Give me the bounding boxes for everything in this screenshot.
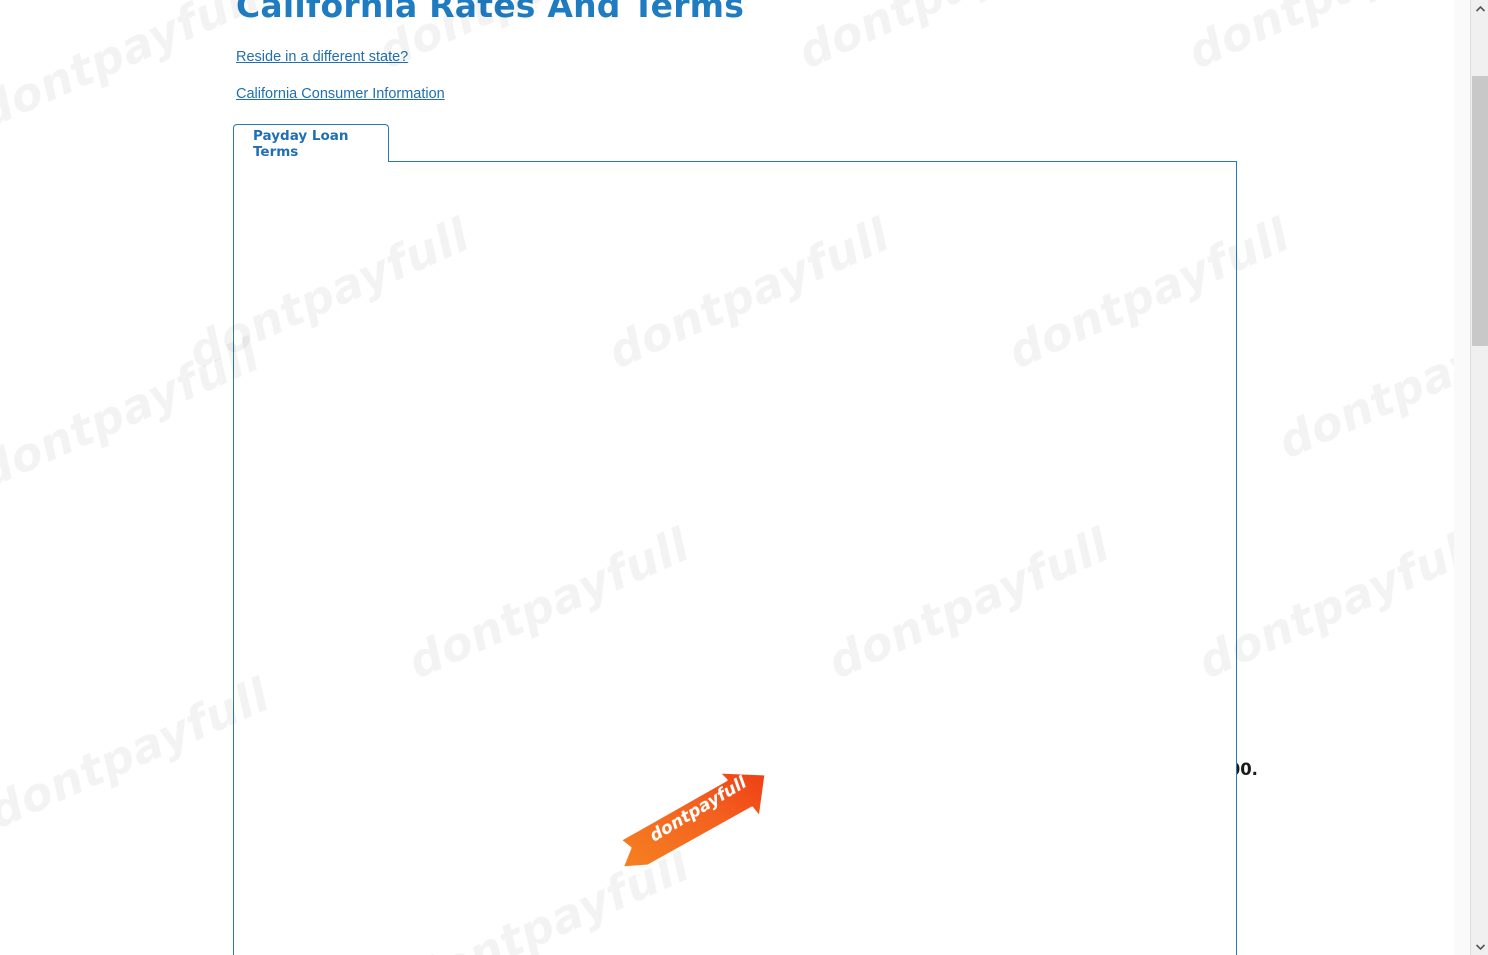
page-scrollbar[interactable] — [1470, 0, 1488, 955]
watermark-text: dontpayfull — [0, 0, 267, 139]
watermark-text: dontpayfull — [790, 0, 1087, 79]
payday-terms-panel — [233, 161, 1237, 955]
link-reside-different-state[interactable]: Reside in a different state? — [236, 49, 408, 65]
browser-page: dontpayfull dontpayfull dontpayfull dont… — [0, 0, 1488, 955]
inner-scrollbar[interactable] — [1454, 0, 1470, 955]
page-title: California Rates And Terms — [236, 0, 745, 25]
scrollbar-thumb[interactable] — [1472, 76, 1488, 346]
link-california-consumer-information[interactable]: California Consumer Information — [236, 86, 445, 102]
watermark-text: dontpayfull — [0, 327, 267, 499]
watermark-text: dontpayfull — [1180, 0, 1477, 79]
tab-payday-loan-terms[interactable]: Payday Loan Terms — [233, 124, 389, 162]
scroll-down-arrow-icon[interactable] — [1471, 938, 1488, 955]
tab-label: Payday Loan Terms — [253, 127, 349, 160]
scroll-up-arrow-icon[interactable] — [1471, 0, 1488, 17]
